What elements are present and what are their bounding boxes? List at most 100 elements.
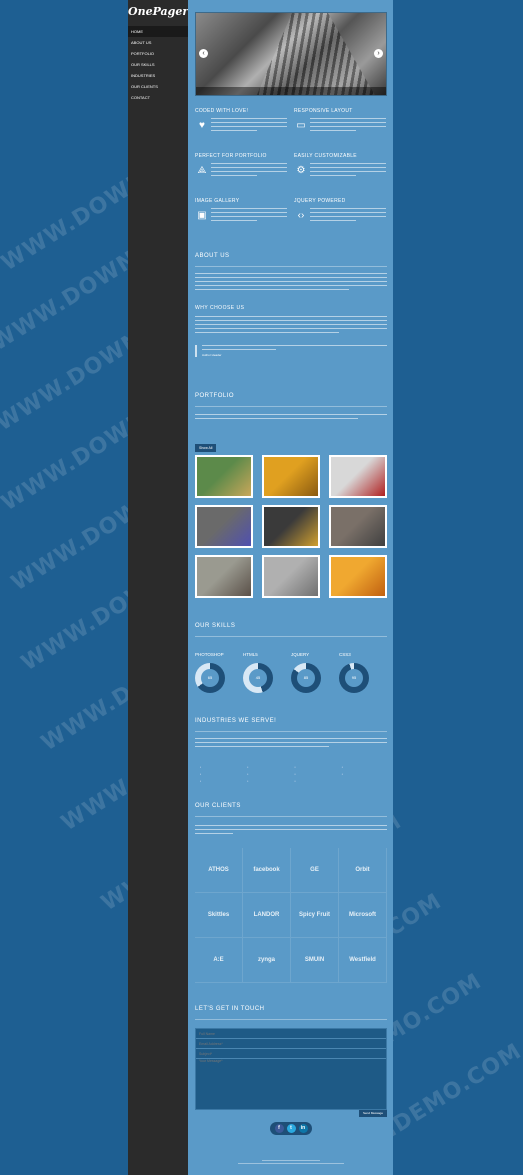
slider-caption [196,87,386,95]
feature-text [310,208,386,228]
contact-title: LET'S GET IN TOUCH [195,1006,265,1012]
monitor-icon: ▭ [296,120,306,131]
client-logo: Microsoft [339,893,387,938]
clients-text [195,825,387,837]
site-logo[interactable]: OnePager [128,0,188,26]
send-message-button[interactable]: Send Message [359,1110,387,1117]
testimonial-quote: Author Header [195,345,387,357]
feature-text [211,163,287,183]
portfolio-text [195,414,387,422]
feature-block: RESPONSIVE LAYOUT ▭ [294,108,386,131]
about-text [195,273,387,293]
portfolio-item[interactable] [195,505,253,548]
gear-icon: ⚙ [296,165,306,176]
divider [195,731,387,732]
quote-author: Author Header [202,353,222,357]
client-logo: Orbit [339,848,387,893]
skill-label: PHOTOSHOP [195,652,224,657]
hero-slider[interactable]: ‹ › [195,12,387,96]
code-icon: ‹› [297,210,305,221]
main-content: ‹ › CODED WITH LOVE! ♥ RESPONSIVE LAYOUT ▭ P… [188,0,393,1175]
skill-value: 95 [345,669,363,687]
client-logo: zynga [243,938,291,983]
portfolio-item[interactable] [329,555,387,598]
filter-button[interactable]: Show All [195,444,217,452]
email-field[interactable] [196,1039,386,1049]
skill-value: 45 [249,669,267,687]
portfolio-item[interactable] [329,505,387,548]
skill-donut: 65 [195,663,225,693]
client-logo: Skittles [195,893,243,938]
skill-donut: 45 [243,663,273,693]
skills-title: OUR SKILLS [195,623,236,629]
portfolio-item[interactable] [262,455,320,498]
portfolio-item[interactable] [195,455,253,498]
divider [195,266,387,267]
nav-item[interactable]: CONTACT [128,92,188,103]
linkedin-icon[interactable]: in [298,1124,308,1133]
chevron-left-icon[interactable]: ‹ [199,49,208,58]
client-logo: GE [291,848,339,893]
portfolio-item[interactable] [262,555,320,598]
feature-block: JQUERY POWERED ‹› [294,198,386,221]
client-logo: Westfield [339,938,387,983]
slider-image [256,13,376,95]
nav-item[interactable]: INDUSTRIES [128,70,188,81]
feature-title: JQUERY POWERED [294,198,346,204]
heart-icon: ♥ [199,120,205,131]
skill-donut: 85 [291,663,321,693]
portfolio-item[interactable] [195,555,253,598]
nav-item[interactable]: OUR CLIENTS [128,81,188,92]
compass-icon: ⟁ [197,165,207,176]
client-logo: LANDOR [243,893,291,938]
clients-title: OUR CLIENTS [195,803,241,809]
why-choose-text [195,316,387,336]
nav-item[interactable]: ABOUT US [128,37,188,48]
feature-title: IMAGE GALLERY [195,198,240,204]
feature-title: PERFECT FOR PORTFOLIO [195,153,267,159]
contact-form [195,1028,387,1110]
feature-block: EASILY CUSTOMIZABLE ⚙ [294,153,386,176]
client-logo: SMUIN [291,938,339,983]
skill-label: HTML5 [243,652,258,657]
nav-item[interactable]: OUR SKILLS [128,59,188,70]
portfolio-filters: Show All [195,444,217,452]
facebook-icon[interactable]: f [274,1124,284,1133]
portfolio-item[interactable] [329,455,387,498]
feature-title: CODED WITH LOVE! [195,108,249,114]
feature-block: IMAGE GALLERY ▣ [195,198,287,221]
feature-block: PERFECT FOR PORTFOLIO ⟁ [195,153,287,176]
portfolio-title: PORTFOLIO [195,393,235,399]
nav-item[interactable]: PORTFOLIO [128,48,188,59]
twitter-icon[interactable]: t [286,1124,296,1133]
subject-field[interactable] [196,1049,386,1059]
feature-title: EASILY CUSTOMIZABLE [294,153,357,159]
feature-text [310,163,386,183]
divider [195,816,387,817]
client-logo: Spicy Fruit [291,893,339,938]
message-field[interactable] [196,1059,386,1109]
client-logo: ATHOS [195,848,243,893]
nav-item[interactable]: HOME [128,26,188,37]
why-choose-title: WHY CHOOSE US [195,305,245,311]
footer [195,1160,387,1164]
feature-text [211,118,287,138]
skill-value: 85 [297,669,315,687]
skill-label: JQUERY [291,652,310,657]
feature-block: CODED WITH LOVE! ♥ [195,108,287,131]
social-links: f t in [270,1122,312,1135]
client-logo: A:E [195,938,243,983]
skill-value: 65 [201,669,219,687]
client-logo: facebook [243,848,291,893]
feature-text [310,118,386,138]
sidebar-nav: HOME ABOUT US PORTFOLIO OUR SKILLS INDUSTRIE… [128,26,188,103]
industries-title: INDUSTRIES WE SERVE! [195,718,277,724]
divider [195,636,387,637]
portfolio-grid [195,455,387,598]
feature-title: RESPONSIVE LAYOUT [294,108,353,114]
chevron-right-icon[interactable]: › [374,49,383,58]
name-field[interactable] [196,1029,386,1039]
about-title: ABOUT US [195,253,230,259]
skill-label: CSS3 [339,652,351,657]
portfolio-item[interactable] [262,505,320,548]
